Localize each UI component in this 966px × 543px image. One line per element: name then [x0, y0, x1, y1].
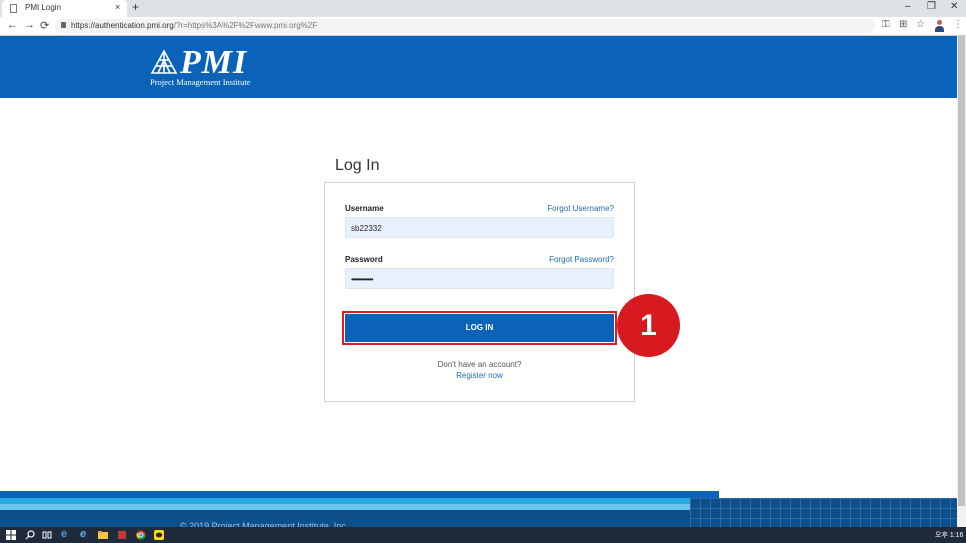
url-text: https://authentication.pmi.org/?r=https%…: [71, 21, 317, 30]
logo-subtitle: Project Management Institute: [150, 77, 251, 87]
login-card: [324, 182, 635, 402]
new-tab-button[interactable]: +: [132, 0, 139, 14]
task-view-icon[interactable]: [42, 530, 52, 540]
lock-icon: [61, 22, 66, 28]
url-host: https://authentication.pmi.org: [71, 21, 174, 30]
translate-icon[interactable]: ⊞: [899, 19, 907, 30]
chrome-icon[interactable]: [136, 530, 146, 540]
logo-text: PMI: [180, 44, 248, 81]
windows-taskbar: e e 오후 1:16: [0, 527, 966, 543]
password-field[interactable]: ••••••••••••: [345, 268, 614, 289]
username-label: Username: [345, 204, 384, 213]
step-badge: 1: [617, 294, 680, 357]
star-icon[interactable]: ☆: [916, 19, 925, 30]
minimize-icon[interactable]: –: [905, 1, 911, 12]
highlight-box: [342, 311, 617, 345]
page-title: Log In: [335, 157, 380, 174]
site-header: PMI Project Management Institute: [0, 36, 966, 98]
menu-dots-icon[interactable]: ⋮: [953, 19, 963, 30]
ie-icon[interactable]: e: [80, 528, 90, 540]
tab-title: PMI Login: [25, 3, 62, 12]
scrollbar-thumb[interactable]: [958, 36, 965, 506]
address-bar[interactable]: https://authentication.pmi.org/?r=https%…: [55, 19, 875, 33]
app-icon[interactable]: [117, 530, 127, 540]
tab-close-icon[interactable]: ×: [115, 2, 120, 12]
no-account-text: Don't have an account?: [437, 360, 522, 369]
forgot-password-link[interactable]: Forgot Password?: [520, 255, 614, 264]
forgot-username-link[interactable]: Forgot Username?: [520, 204, 614, 213]
key-icon[interactable]: ⚿: [882, 19, 890, 30]
search-icon[interactable]: [25, 530, 35, 540]
footer-stripe-blue: [0, 491, 719, 498]
browser-tab[interactable]: PMI Login ×: [2, 0, 127, 17]
password-label: Password: [345, 255, 383, 264]
forward-icon[interactable]: →: [24, 19, 35, 31]
file-explorer-icon[interactable]: [98, 530, 108, 540]
address-bar-row: ← → ⟳ https://authentication.pmi.org/?r=…: [0, 17, 966, 36]
kakaotalk-icon[interactable]: [154, 530, 164, 540]
pmi-globe-icon: [150, 49, 178, 74]
username-field[interactable]: sb22332: [345, 217, 614, 238]
register-link[interactable]: Register now: [324, 371, 635, 380]
browser-tabstrip: PMI Login × + – ❐ ✕: [0, 0, 966, 17]
edge-icon[interactable]: e: [61, 528, 71, 540]
back-icon[interactable]: ←: [7, 19, 18, 31]
scrollbar[interactable]: [957, 36, 966, 527]
window-close-icon[interactable]: ✕: [950, 1, 958, 12]
windows-start-icon[interactable]: [6, 530, 16, 540]
reload-icon[interactable]: ⟳: [40, 19, 49, 32]
page-icon: [10, 4, 17, 13]
clock-text: 오후 1:16: [935, 532, 964, 539]
restore-icon[interactable]: ❐: [927, 1, 936, 12]
url-path: /?r=https%3A%2F%2Fwww.pmi.org%2F: [173, 21, 318, 30]
pmi-logo[interactable]: PMI Project Management Institute: [150, 44, 260, 88]
profile-icon[interactable]: [935, 20, 944, 32]
footer-grid-pattern: [690, 498, 966, 527]
